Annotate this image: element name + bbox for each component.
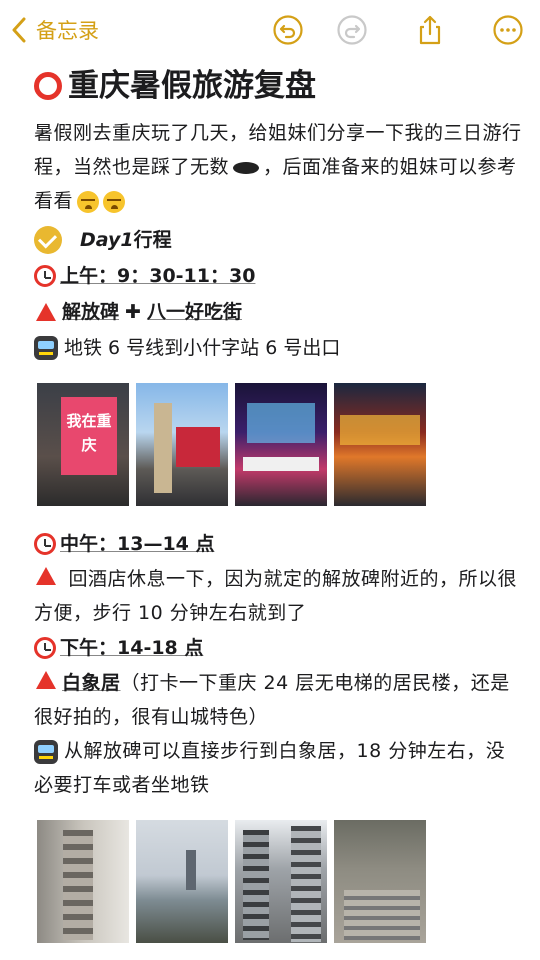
- photo-sign: 我在重庆: [61, 397, 117, 475]
- morning-time-row: 上午：9：30-11：30: [34, 258, 524, 294]
- day1-label: Day1: [80, 229, 134, 251]
- afternoon-time-row: 下午：14-18 点: [34, 630, 524, 666]
- photo-row-2: [37, 820, 426, 943]
- check-circle-icon: [34, 226, 62, 254]
- alarm-clock-icon: [34, 265, 56, 287]
- back-label: 备忘录: [36, 19, 99, 43]
- red-triangle-icon: [36, 303, 56, 321]
- photo-row-1: 我在重庆: [37, 383, 426, 506]
- crying-face-icon: [77, 190, 100, 213]
- afternoon-place: 白象居: [62, 672, 121, 694]
- redo-button[interactable]: [336, 14, 368, 46]
- morning-metro-text: 地铁 6 号线到小什字站 6 号出口: [64, 337, 341, 359]
- share-button[interactable]: [414, 14, 446, 46]
- noon-desc: 回酒店休息一下，因为就定的解放碑附近的，所以很方便，步行 10 分钟左右就到了: [34, 568, 518, 624]
- alarm-clock-icon: [34, 637, 56, 659]
- noon-time: 中午：13—14 点: [60, 533, 215, 555]
- more-button[interactable]: [492, 14, 524, 46]
- note-title-text: 重庆暑假旅游复盘: [68, 68, 316, 104]
- back-button[interactable]: 备忘录: [10, 14, 99, 46]
- red-circle-icon: [34, 72, 62, 100]
- note-body-continued[interactable]: 中午：13—14 点 回酒店休息一下，因为就定的解放碑附近的，所以很方便，步行 …: [34, 526, 524, 802]
- navigation-bar: 备忘录: [0, 0, 540, 60]
- note-title: 重庆暑假旅游复盘: [34, 62, 524, 110]
- undo-icon: [273, 15, 303, 45]
- photo-bayi-food-street[interactable]: [334, 383, 426, 506]
- chevron-left-icon: [12, 17, 26, 43]
- intro-paragraph: 暑假刚去重庆玩了几天，给姐妹们分享一下我的三日游行程，当然也是踩了无数 ，后面准备…: [34, 116, 524, 218]
- more-icon: [493, 15, 523, 45]
- share-icon: [419, 15, 441, 45]
- photo-stone-stairs[interactable]: [334, 820, 426, 943]
- day1-suffix: 行程: [133, 229, 172, 251]
- morning-time: 上午：9：30-11：30: [60, 265, 256, 287]
- plus-icon: ✚: [125, 301, 141, 323]
- photo-jiefangbei-sign[interactable]: 我在重庆: [37, 383, 129, 506]
- morning-place-b: 八一好吃街: [146, 301, 242, 323]
- hole-icon: [233, 161, 260, 174]
- red-triangle-icon: [36, 671, 56, 689]
- photo-river-skyline[interactable]: [136, 820, 228, 943]
- afternoon-time: 下午：14-18 点: [60, 637, 204, 659]
- noon-time-row: 中午：13—14 点: [34, 526, 524, 562]
- alarm-clock-icon: [34, 533, 56, 555]
- photo-baixiangju-balconies[interactable]: [37, 820, 129, 943]
- crying-face-icon: [103, 190, 126, 213]
- undo-button[interactable]: [272, 14, 304, 46]
- redo-icon: [337, 15, 367, 45]
- photo-neon-street[interactable]: [235, 383, 327, 506]
- morning-place-a: 解放碑: [62, 301, 120, 323]
- metro-icon: [34, 739, 58, 764]
- day1-heading: Day1 行程: [34, 222, 524, 258]
- metro-icon: [34, 336, 58, 360]
- photo-jiefangbei-tower[interactable]: [136, 383, 228, 506]
- red-triangle-icon: [36, 567, 56, 585]
- morning-metro-row: 地铁 6 号线到小什字站 6 号出口: [34, 330, 524, 366]
- afternoon-walk-paragraph: 从解放碑可以直接步行到白象居，18 分钟左右，没必要打车或者坐地铁: [34, 734, 524, 802]
- afternoon-paragraph: 白象居（打卡一下重庆 24 层无电梯的居民楼，还是很好拍的，很有山城特色）: [34, 666, 524, 734]
- noon-paragraph: 回酒店休息一下，因为就定的解放碑附近的，所以很方便，步行 10 分钟左右就到了: [34, 562, 524, 630]
- afternoon-walk: 从解放碑可以直接步行到白象居，18 分钟左右，没必要打车或者坐地铁: [34, 740, 506, 796]
- morning-places-row: 解放碑 ✚ 八一好吃街: [34, 294, 524, 330]
- note-body[interactable]: 重庆暑假旅游复盘 暑假刚去重庆玩了几天，给姐妹们分享一下我的三日游行程，当然也是…: [34, 62, 524, 366]
- photo-highrise-buildings[interactable]: [235, 820, 327, 943]
